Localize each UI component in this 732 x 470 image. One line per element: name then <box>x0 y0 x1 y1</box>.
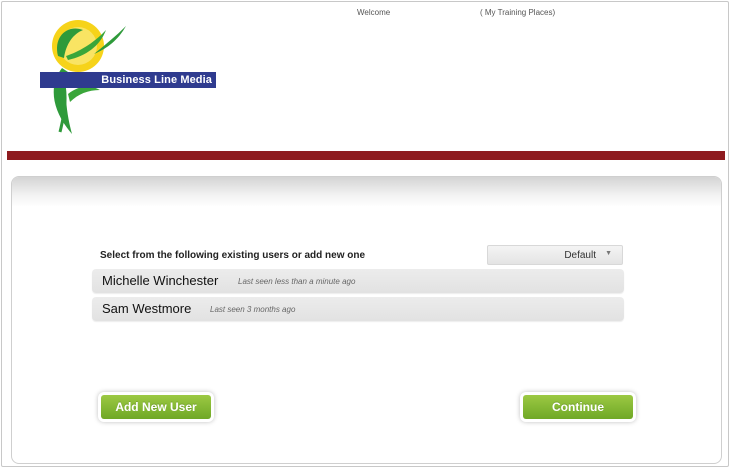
user-last-seen: Last seen 3 months ago <box>210 305 296 314</box>
my-training-places-link[interactable]: ( My Training Places) <box>480 8 555 17</box>
profile-dropdown[interactable]: Default ▼ <box>487 245 623 265</box>
continue-button[interactable]: Continue <box>523 395 633 419</box>
user-select-panel: Select from the following existing users… <box>11 176 722 464</box>
user-row-sam-westmore[interactable]: Sam Westmore Last seen 3 months ago <box>92 297 624 321</box>
user-name: Sam Westmore <box>102 301 192 316</box>
logo-text: Business Line Media <box>40 72 216 88</box>
add-new-user-button[interactable]: Add New User <box>101 395 211 419</box>
user-row-michelle-winchester[interactable]: Michelle Winchester Last seen less than … <box>92 269 624 293</box>
welcome-label: Welcome <box>357 8 391 17</box>
user-last-seen: Last seen less than a minute ago <box>238 277 356 286</box>
header-divider-bar <box>7 151 725 160</box>
header: Business Line Media Welcome ( My Trainin… <box>0 0 732 150</box>
top-links: Welcome ( My Training Places) <box>0 8 732 22</box>
panel-header-gradient <box>12 177 721 207</box>
chevron-down-icon: ▼ <box>605 250 612 257</box>
dropdown-selected: Default <box>564 250 596 261</box>
select-instruction: Select from the following existing users… <box>100 250 366 261</box>
user-name: Michelle Winchester <box>102 273 219 288</box>
